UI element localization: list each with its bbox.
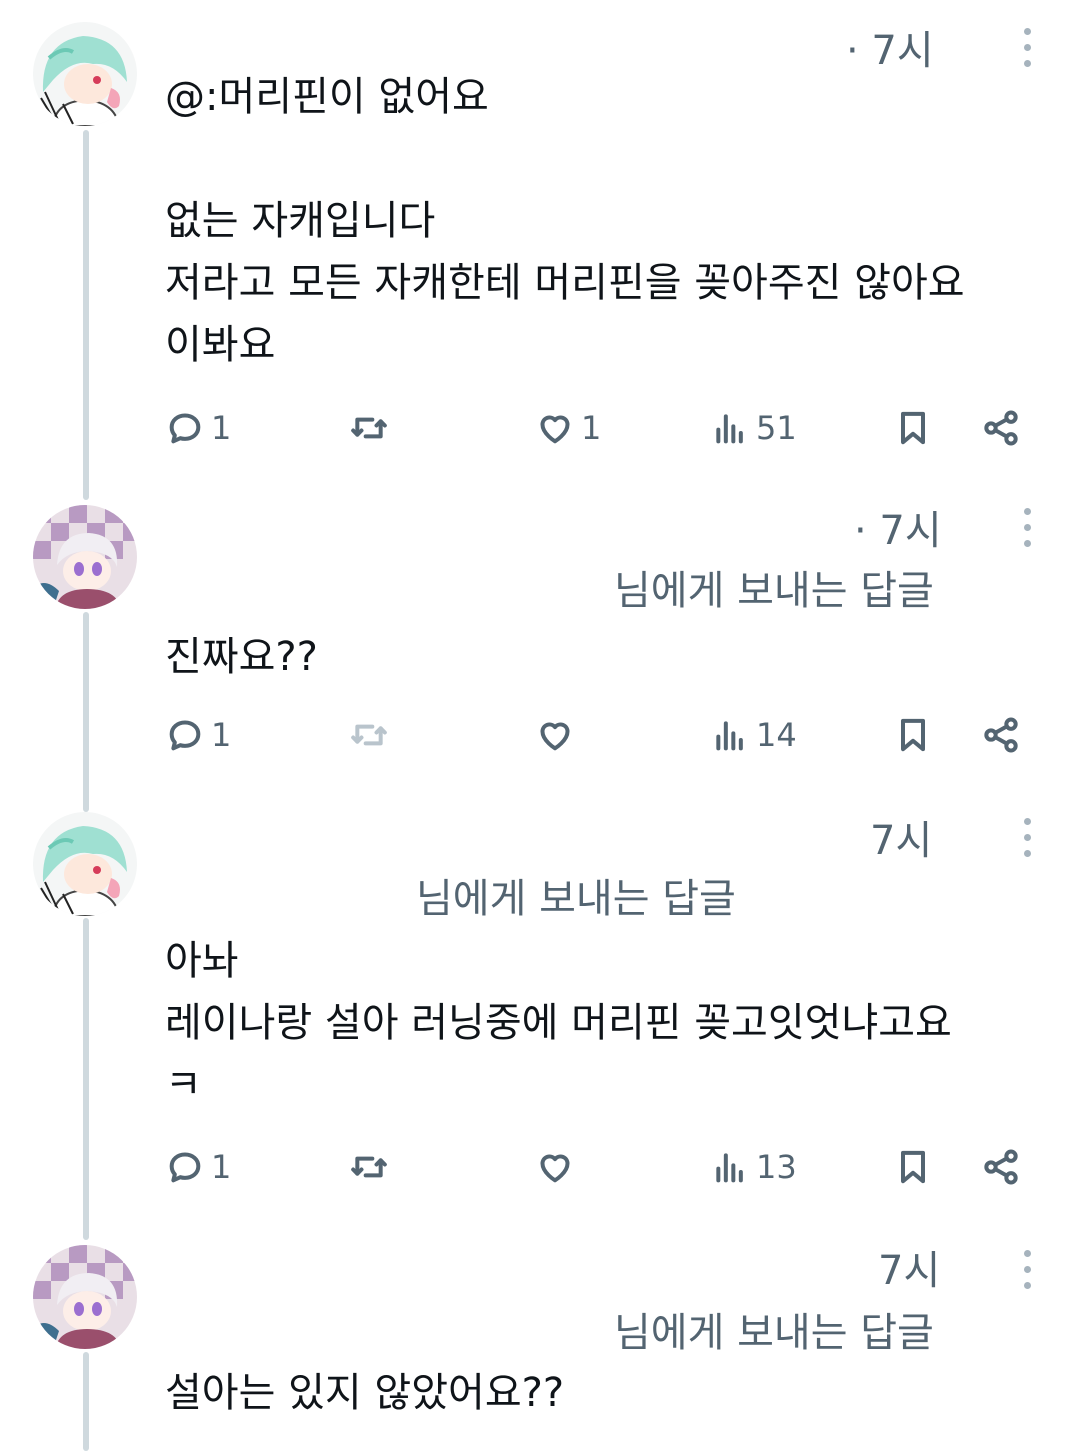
share-nodes-icon (981, 715, 1021, 755)
retweet-button[interactable] (349, 710, 395, 760)
tweet-text: 진짜요?? (165, 634, 318, 680)
share-button[interactable] (981, 403, 1021, 453)
retweet-button[interactable] (349, 403, 395, 453)
tweet-actions: 1 14 (165, 710, 1025, 760)
views-button[interactable]: 51 (710, 403, 797, 453)
redacted-handle (160, 556, 590, 608)
view-count: 13 (756, 1148, 797, 1186)
avatar[interactable] (33, 812, 137, 916)
retweet-arrows-icon (349, 408, 389, 448)
retweet-arrows-icon (349, 715, 389, 755)
tweet-actions: 1 13 (165, 1142, 1025, 1192)
retweet-arrows-icon (349, 1147, 389, 1187)
redacted-handle (160, 866, 400, 918)
retweet-button[interactable] (349, 1142, 395, 1192)
redacted-username (150, 14, 840, 64)
redacted-username (160, 1236, 860, 1288)
heart-icon (535, 715, 575, 755)
redacted-handle (160, 1302, 590, 1354)
bar-chart-icon (710, 1147, 750, 1187)
reply-count: 1 (211, 1148, 232, 1186)
timestamp[interactable]: 7시 (878, 1238, 940, 1296)
speech-bubble-icon (165, 408, 205, 448)
speech-bubble-icon (165, 715, 205, 755)
more-options-icon[interactable] (1021, 1250, 1033, 1292)
thread-line (83, 918, 89, 1240)
bookmark-button[interactable] (893, 403, 933, 453)
tweet-text: 설아는 있지 않았어요?? (165, 1370, 565, 1416)
redacted-username (160, 800, 850, 852)
like-button[interactable]: 1 (535, 403, 601, 453)
share-nodes-icon (981, 408, 1021, 448)
share-nodes-icon (981, 1147, 1021, 1187)
share-button[interactable] (981, 710, 1021, 760)
bookmark-button[interactable] (893, 710, 933, 760)
reply-to-label[interactable]: 님에게 보내는 답글 (614, 1300, 934, 1358)
more-options-icon[interactable] (1021, 818, 1033, 860)
speech-bubble-icon (165, 1147, 205, 1187)
reply-to-label[interactable]: 님에게 보내는 답글 (416, 866, 736, 924)
timestamp[interactable]: 7시 (870, 808, 932, 866)
thread-line (83, 612, 89, 812)
view-count: 14 (756, 716, 797, 754)
bar-chart-icon (710, 408, 750, 448)
bookmark-icon (893, 1147, 933, 1187)
more-options-icon[interactable] (1021, 508, 1033, 550)
reply-to-label[interactable]: 님에게 보내는 답글 (614, 558, 934, 616)
view-count: 51 (756, 409, 797, 447)
share-button[interactable] (981, 1142, 1021, 1192)
avatar[interactable] (33, 1245, 137, 1349)
bookmark-icon (893, 715, 933, 755)
like-button[interactable] (535, 1142, 581, 1192)
like-count: 1 (581, 409, 602, 447)
heart-icon (535, 408, 575, 448)
timestamp[interactable]: · 7시 (854, 498, 942, 556)
reply-button[interactable]: 1 (165, 710, 231, 760)
avatar[interactable] (33, 22, 137, 126)
reply-count: 1 (211, 409, 232, 447)
tweet-text: 아놔 레이나랑 설아 러닝중에 머리핀 꽂고잇엇냐고요 ㅋ (165, 938, 952, 1108)
views-button[interactable]: 14 (710, 710, 797, 760)
reply-button[interactable]: 1 (165, 1142, 231, 1192)
tweet-actions: 1 1 51 (165, 403, 1025, 453)
redacted-username (160, 490, 850, 542)
reply-count: 1 (211, 716, 232, 754)
bookmark-button[interactable] (893, 1142, 933, 1192)
reply-button[interactable]: 1 (165, 403, 231, 453)
like-button[interactable] (535, 710, 581, 760)
thread-line (83, 130, 89, 500)
more-options-icon[interactable] (1021, 28, 1033, 70)
bookmark-icon (893, 408, 933, 448)
bar-chart-icon (710, 715, 750, 755)
tweet-text: @:머리핀이 없어요 없는 자캐입니다 저라고 모든 자캐한테 머리핀을 꽂아주… (165, 74, 965, 368)
views-button[interactable]: 13 (710, 1142, 797, 1192)
thread-line (83, 1352, 89, 1451)
heart-icon (535, 1147, 575, 1187)
avatar[interactable] (33, 505, 137, 609)
